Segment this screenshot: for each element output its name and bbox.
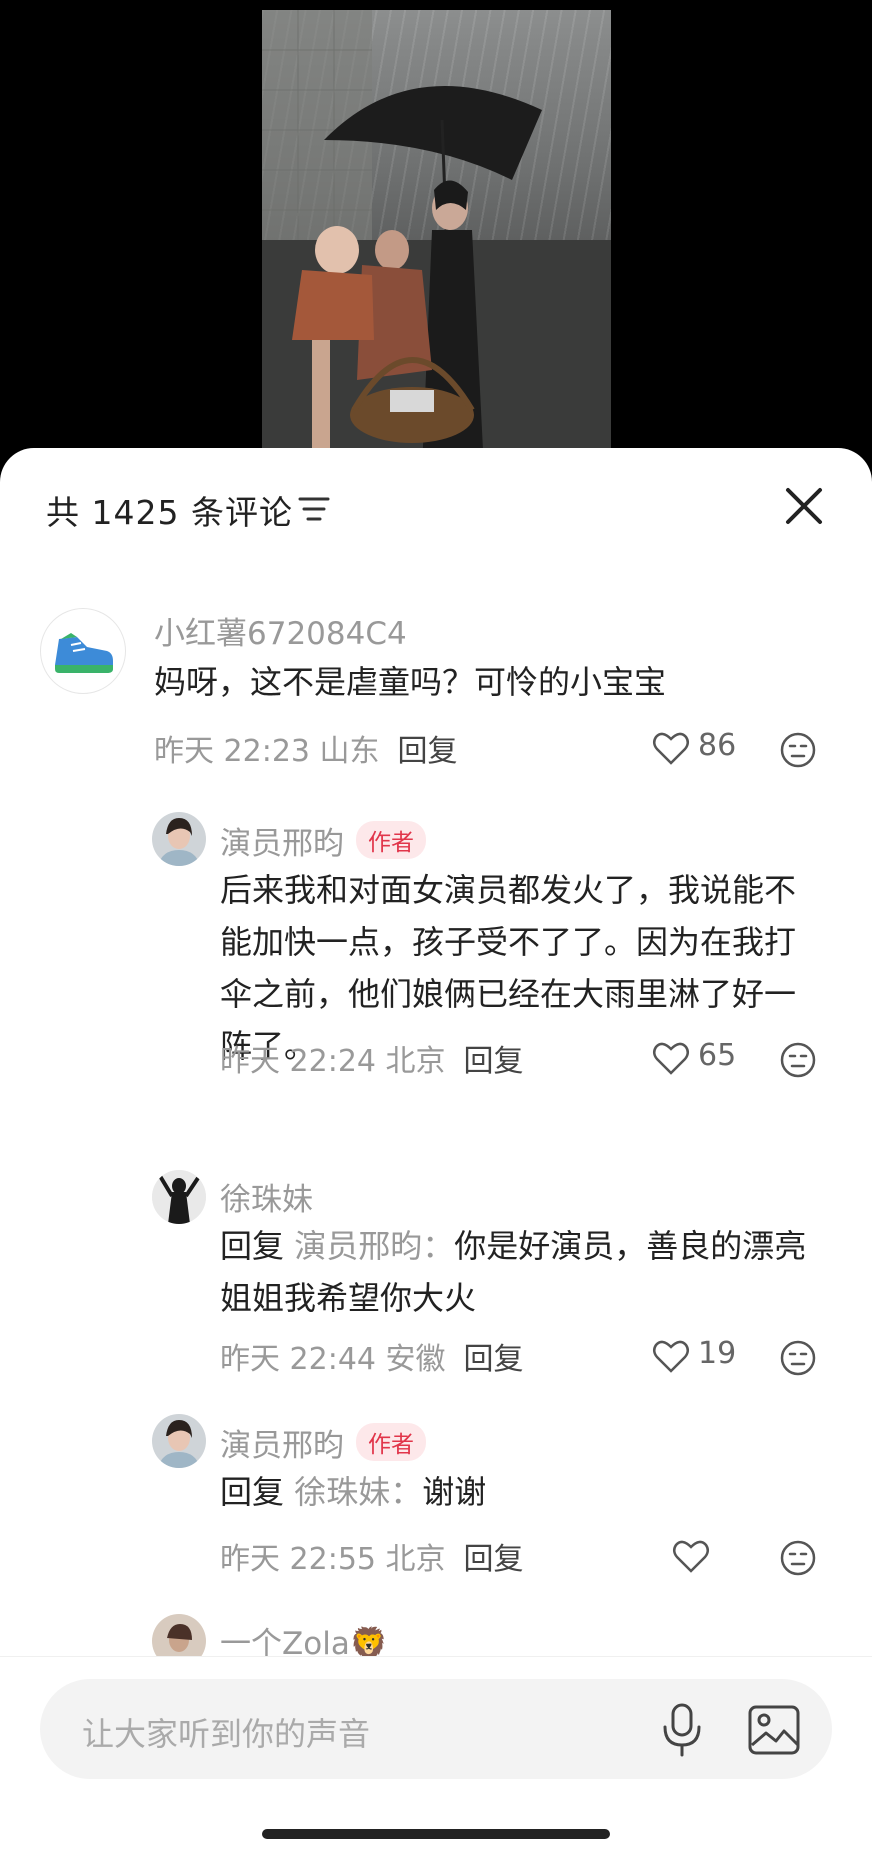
comment-meta: 昨天 22:23 山东 回复 (154, 726, 458, 770)
input-placeholder: 让大家听到你的声音 (82, 1715, 371, 1753)
comment-time-location: 昨天 22:23 山东 (154, 734, 380, 769)
username-text[interactable]: 演员邢昀 (220, 1428, 344, 1464)
dislike-face-icon[interactable] (780, 1540, 816, 1576)
comment-username[interactable]: 徐珠妹 (220, 1174, 313, 1219)
home-indicator (262, 1829, 610, 1839)
comment-username[interactable]: 小红薯672084C4 (154, 608, 407, 653)
sheet-header: 共 1425 条评论 (0, 448, 872, 558)
like-count: 65 (698, 1038, 737, 1073)
comment-time-location: 昨天 22:24 北京 (220, 1044, 446, 1079)
comment-sheet: 共 1425 条评论 小红薯672084C4 妈呀，这不是虐童吗？可怜的小宝宝 … (0, 448, 872, 1849)
avatar[interactable] (152, 1170, 206, 1224)
reply-button[interactable]: 回复 (464, 1044, 524, 1079)
like-count: 19 (698, 1336, 737, 1371)
dislike-face-icon[interactable] (780, 1340, 816, 1376)
reply-prefix: 回复 (220, 1227, 285, 1265)
heart-icon (653, 732, 689, 765)
heart-icon (673, 1540, 709, 1573)
comment-input[interactable]: 让大家听到你的声音 (40, 1679, 832, 1779)
heart-icon (653, 1042, 689, 1075)
video-thumbnail[interactable] (262, 10, 611, 470)
comment-text: 谢谢 (422, 1473, 487, 1511)
reply-button[interactable]: 回复 (464, 1342, 524, 1377)
like-button[interactable]: 19 (652, 1336, 772, 1376)
comment-username[interactable]: 演员邢昀 作者 (220, 1420, 426, 1465)
sort-icon[interactable] (298, 494, 330, 524)
avatar[interactable] (152, 812, 206, 866)
comment-input-bar: 让大家听到你的声音 (0, 1656, 872, 1850)
author-badge: 作者 (356, 821, 426, 859)
comment-time-location: 昨天 22:55 北京 (220, 1542, 446, 1577)
heart-icon (653, 1340, 689, 1373)
reply-target[interactable]: 徐珠妹： (294, 1473, 422, 1511)
comment-count: 共 1425 条评论 (46, 493, 293, 532)
dislike-face-icon[interactable] (780, 1042, 816, 1078)
comment-content: 妈呀，这不是虐童吗？可怜的小宝宝 (154, 663, 667, 701)
video-area[interactable] (0, 0, 872, 470)
username-text[interactable]: 演员邢昀 (220, 826, 344, 862)
comment-meta: 昨天 22:24 北京 回复 (220, 1036, 524, 1080)
author-badge: 作者 (356, 1423, 426, 1461)
comment-meta: 昨天 22:44 安徽 回复 (220, 1334, 524, 1378)
avatar-silhouette (152, 1170, 206, 1224)
like-button[interactable]: 86 (652, 728, 772, 768)
like-count: 86 (698, 728, 737, 763)
image-icon[interactable] (748, 1705, 800, 1755)
comment-time-location: 昨天 22:44 安徽 (220, 1342, 446, 1377)
like-button[interactable]: 65 (652, 1038, 772, 1078)
dislike-face-icon[interactable] (780, 732, 816, 768)
like-button[interactable] (672, 1536, 792, 1576)
sneaker-icon (55, 633, 113, 673)
reply-target[interactable]: 演员邢昀： (294, 1227, 454, 1265)
close-icon[interactable] (784, 486, 824, 526)
microphone-icon[interactable] (660, 1703, 704, 1757)
reply-button[interactable]: 回复 (398, 734, 458, 769)
avatar-photo (152, 1414, 206, 1468)
avatar[interactable] (152, 1414, 206, 1468)
comment-content: 回复 演员邢昀：你是好演员，善良的漂亮姐姐我希望你大火 (220, 1220, 820, 1324)
avatar-photo (152, 812, 206, 866)
comment-content: 回复 徐珠妹：谢谢 (220, 1466, 820, 1518)
reply-prefix: 回复 (220, 1473, 285, 1511)
video-scene (262, 10, 611, 470)
reply-button[interactable]: 回复 (464, 1542, 524, 1577)
avatar[interactable] (40, 608, 126, 694)
comment-meta: 昨天 22:55 北京 回复 (220, 1534, 524, 1578)
comment-username[interactable]: 演员邢昀 作者 (220, 818, 426, 863)
